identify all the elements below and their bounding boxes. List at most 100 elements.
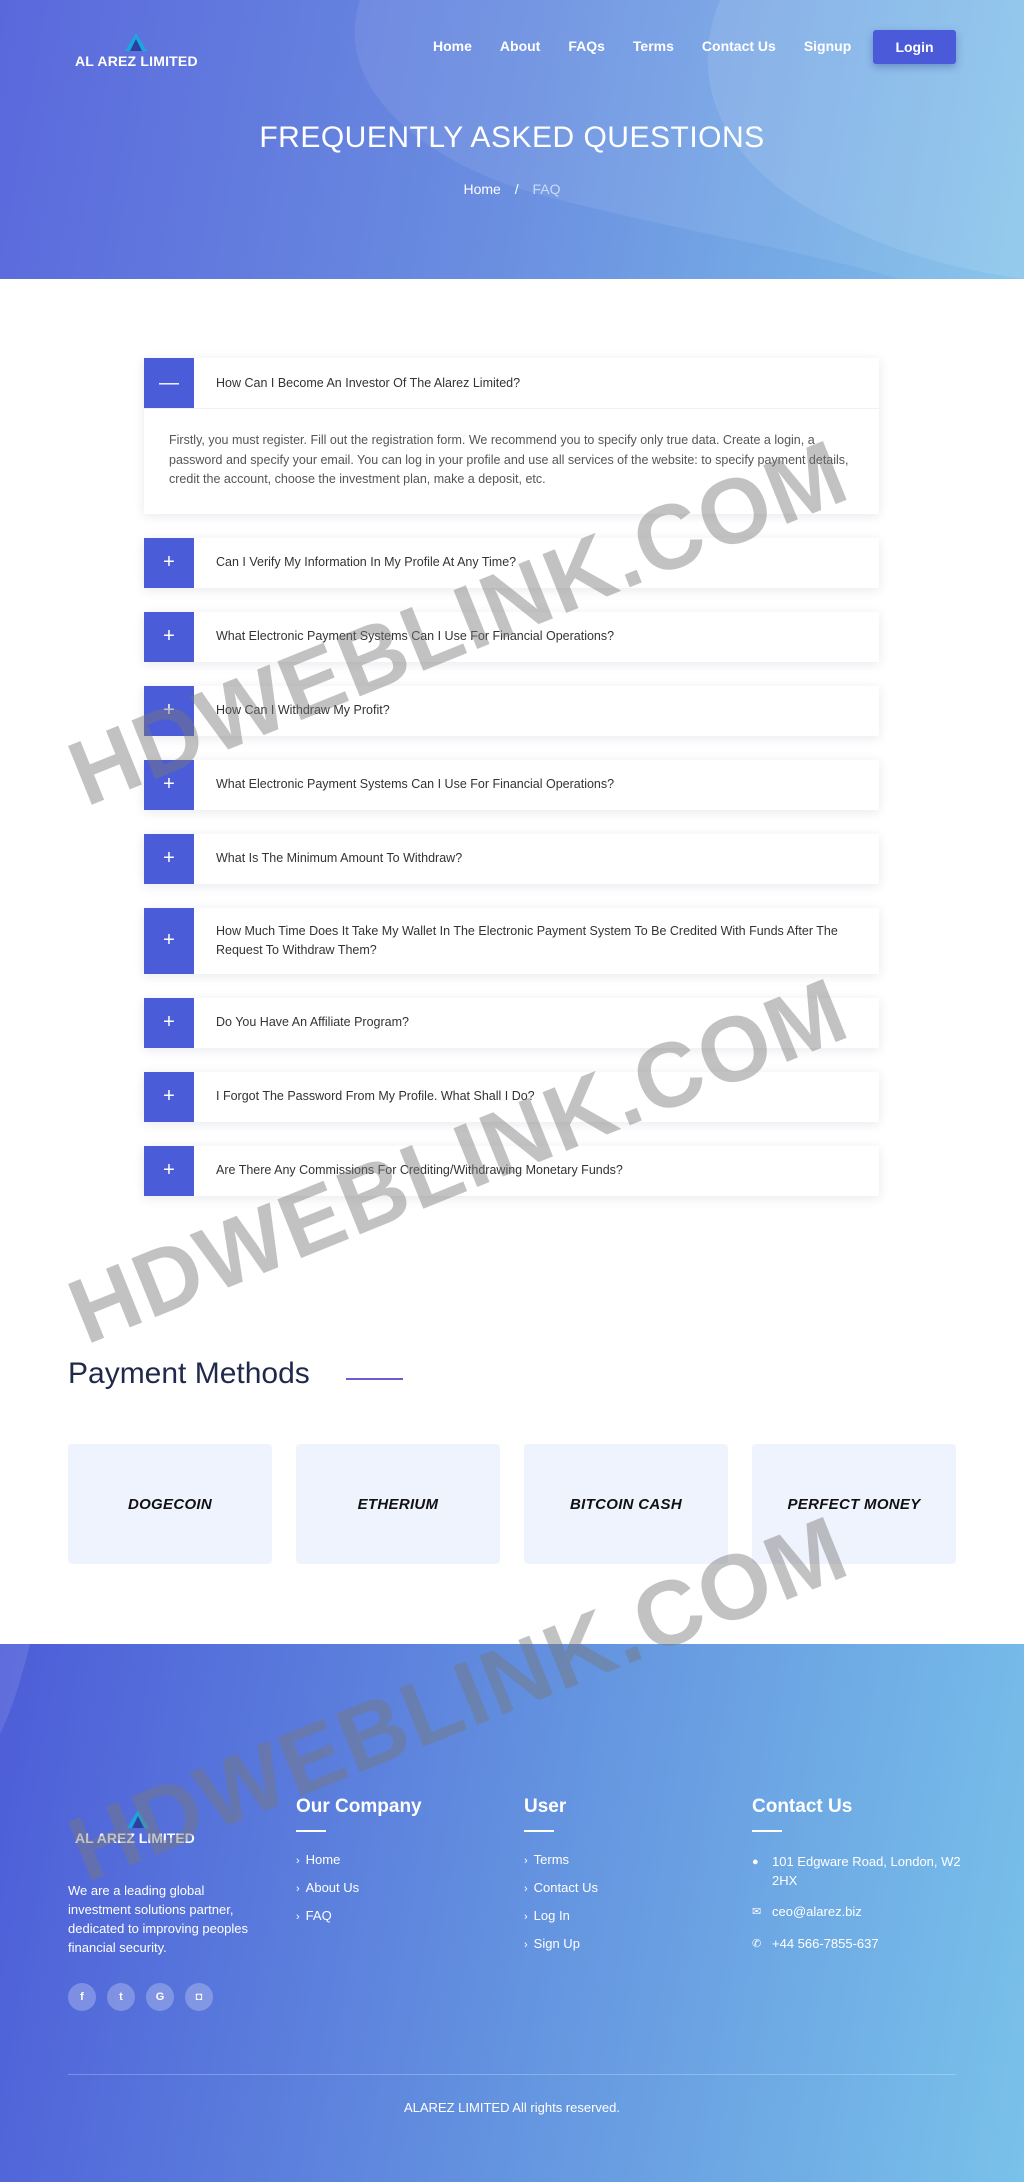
minus-icon[interactable]: — bbox=[144, 358, 194, 408]
plus-icon[interactable]: + bbox=[144, 1071, 194, 1122]
faq-question[interactable]: I Forgot The Password From My Profile. W… bbox=[194, 1072, 879, 1122]
faq-item: + What Is The Minimum Amount To Withdraw… bbox=[144, 833, 879, 884]
footer-link-label: FAQ bbox=[305, 1908, 332, 1923]
footer-divider bbox=[68, 2074, 956, 2075]
faq-question[interactable]: How Can I Become An Investor Of The Alar… bbox=[194, 358, 879, 408]
phone-icon: ✆ bbox=[752, 1938, 762, 1950]
payment-method-card: DOGECOIN bbox=[68, 1444, 272, 1564]
faq-header[interactable]: + What Electronic Payment Systems Can I … bbox=[144, 611, 879, 662]
faq-question[interactable]: What Electronic Payment Systems Can I Us… bbox=[194, 612, 879, 662]
contact-email[interactable]: ✉ ceo@alarez.biz bbox=[752, 1902, 962, 1922]
login-button[interactable]: Login bbox=[873, 30, 956, 64]
faq-question[interactable]: How Can I Withdraw My Profit? bbox=[194, 686, 879, 736]
faq-header[interactable]: + Do You Have An Affiliate Program? bbox=[144, 997, 879, 1048]
plus-icon[interactable]: + bbox=[144, 611, 194, 662]
faq-question[interactable]: Do You Have An Affiliate Program? bbox=[194, 998, 879, 1048]
faq-header[interactable]: + How Can I Withdraw My Profit? bbox=[144, 685, 879, 736]
footer-about-text: We are a leading global investment solut… bbox=[68, 1883, 248, 1955]
nav-home[interactable]: Home bbox=[433, 38, 472, 54]
plus-icon[interactable]: + bbox=[144, 1145, 194, 1196]
faq-header[interactable]: + I Forgot The Password From My Profile.… bbox=[144, 1071, 879, 1122]
faq-answer: Firstly, you must register. Fill out the… bbox=[144, 408, 879, 514]
payment-methods-title: Payment Methods bbox=[68, 1357, 310, 1390]
faq-item: + What Electronic Payment Systems Can I … bbox=[144, 759, 879, 810]
chevron-right-icon: › bbox=[524, 1911, 528, 1923]
contact-phone-text[interactable]: +44 566-7855-637 bbox=[772, 1934, 879, 1954]
faq-item: + I Forgot The Password From My Profile.… bbox=[144, 1071, 879, 1122]
plus-icon[interactable]: + bbox=[144, 833, 194, 884]
site-logo[interactable]: AL AREZ LIMITED bbox=[75, 33, 205, 69]
footer-contact-column: Contact Us ● 101 Edgware Road, London, W… bbox=[752, 1796, 962, 1966]
footer-link-label: About Us bbox=[305, 1880, 360, 1895]
faq-item: + How Much Time Does It Take My Wallet I… bbox=[144, 907, 879, 974]
footer-link[interactable]: › Log In bbox=[524, 1908, 598, 1923]
footer-link[interactable]: › Home bbox=[296, 1852, 422, 1867]
faq-header[interactable]: + Can I Verify My Information In My Prof… bbox=[144, 537, 879, 588]
payment-method-card: ETHERIUM bbox=[296, 1444, 500, 1564]
contact-email-text[interactable]: ceo@alarez.biz bbox=[772, 1902, 862, 1922]
faq-question[interactable]: How Much Time Does It Take My Wallet In … bbox=[194, 908, 879, 974]
nav-faqs[interactable]: FAQs bbox=[568, 38, 605, 54]
faq-question[interactable]: Can I Verify My Information In My Profil… bbox=[194, 538, 879, 588]
contact-address-text: 101 Edgware Road, London, W2 2HX bbox=[772, 1854, 961, 1888]
breadcrumb-current: FAQ bbox=[532, 181, 561, 197]
faq-accordion: — How Can I Become An Investor Of The Al… bbox=[144, 358, 879, 1220]
breadcrumb-home[interactable]: Home bbox=[463, 181, 500, 197]
footer-logo[interactable]: AL AREZ LIMITED bbox=[75, 1810, 215, 1846]
plus-icon[interactable]: + bbox=[144, 685, 194, 736]
faq-header[interactable]: + Are There Any Commissions For Creditin… bbox=[144, 1145, 879, 1196]
footer-link[interactable]: › FAQ bbox=[296, 1908, 422, 1923]
footer-link-label: Contact Us bbox=[533, 1880, 598, 1895]
plus-icon[interactable]: + bbox=[144, 997, 194, 1048]
footer-link[interactable]: › Terms bbox=[524, 1852, 598, 1867]
payment-method-card: PERFECT MONEY bbox=[752, 1444, 956, 1564]
nav-signup[interactable]: Signup bbox=[804, 38, 851, 54]
chevron-right-icon: › bbox=[296, 1883, 300, 1895]
footer-link[interactable]: › Contact Us bbox=[524, 1880, 598, 1895]
footer-title-underline bbox=[752, 1830, 782, 1832]
footer-link[interactable]: › Sign Up bbox=[524, 1936, 598, 1951]
plus-icon[interactable]: + bbox=[144, 537, 194, 588]
social-links: f t G ◘ bbox=[68, 1983, 224, 2011]
payment-methods-list: DOGECOIN ETHERIUM BITCOIN CASH PERFECT M… bbox=[68, 1444, 980, 1564]
page-title: FREQUENTLY ASKED QUESTIONS bbox=[259, 121, 765, 154]
chevron-right-icon: › bbox=[296, 1855, 300, 1867]
faq-item: + How Can I Withdraw My Profit? bbox=[144, 685, 879, 736]
contact-phone[interactable]: ✆ +44 566-7855-637 bbox=[752, 1934, 962, 1954]
map-pin-icon: ● bbox=[752, 1856, 759, 1868]
hero-banner: AL AREZ LIMITED Home About FAQs Terms Co… bbox=[0, 0, 1024, 279]
google-icon[interactable]: G bbox=[146, 1983, 174, 2011]
faq-item: + What Electronic Payment Systems Can I … bbox=[144, 611, 879, 662]
faq-item: — How Can I Become An Investor Of The Al… bbox=[144, 358, 879, 514]
footer-logo-text: AL AREZ LIMITED bbox=[75, 1830, 195, 1846]
faq-question[interactable]: Are There Any Commissions For Crediting/… bbox=[194, 1146, 879, 1196]
faq-question[interactable]: What Electronic Payment Systems Can I Us… bbox=[194, 760, 879, 810]
footer-link-label: Terms bbox=[533, 1852, 570, 1867]
plus-icon[interactable]: + bbox=[144, 759, 194, 810]
faq-question[interactable]: What Is The Minimum Amount To Withdraw? bbox=[194, 834, 879, 884]
footer-contact-title: Contact Us bbox=[752, 1796, 853, 1817]
instagram-icon[interactable]: ◘ bbox=[185, 1983, 213, 2011]
faq-item: + Do You Have An Affiliate Program? bbox=[144, 997, 879, 1048]
main-nav: Home About FAQs Terms Contact Us Signup bbox=[433, 38, 879, 54]
nav-about[interactable]: About bbox=[500, 38, 540, 54]
title-underline bbox=[346, 1378, 403, 1380]
twitter-icon[interactable]: t bbox=[107, 1983, 135, 2011]
chevron-right-icon: › bbox=[524, 1883, 528, 1895]
breadcrumb: Home / FAQ bbox=[0, 181, 1024, 197]
plus-icon[interactable]: + bbox=[144, 907, 194, 974]
footer-link[interactable]: › About Us bbox=[296, 1880, 422, 1895]
footer-user-column: User › Terms › Contact Us › Log In › Sign Up bbox=[524, 1796, 598, 1964]
faq-header[interactable]: + What Electronic Payment Systems Can I … bbox=[144, 759, 879, 810]
contact-address: ● 101 Edgware Road, London, W2 2HX bbox=[752, 1852, 962, 1890]
footer-company-column: Our Company › Home › About Us › FAQ bbox=[296, 1796, 422, 1936]
nav-contact[interactable]: Contact Us bbox=[702, 38, 776, 54]
facebook-icon[interactable]: f bbox=[68, 1983, 96, 2011]
faq-header[interactable]: + How Much Time Does It Take My Wallet I… bbox=[144, 907, 879, 974]
nav-terms[interactable]: Terms bbox=[633, 38, 674, 54]
logo-mark-icon bbox=[125, 33, 147, 51]
faq-header[interactable]: + What Is The Minimum Amount To Withdraw… bbox=[144, 833, 879, 884]
chevron-right-icon: › bbox=[524, 1855, 528, 1867]
chevron-right-icon: › bbox=[296, 1911, 300, 1923]
faq-header[interactable]: — How Can I Become An Investor Of The Al… bbox=[144, 358, 879, 408]
